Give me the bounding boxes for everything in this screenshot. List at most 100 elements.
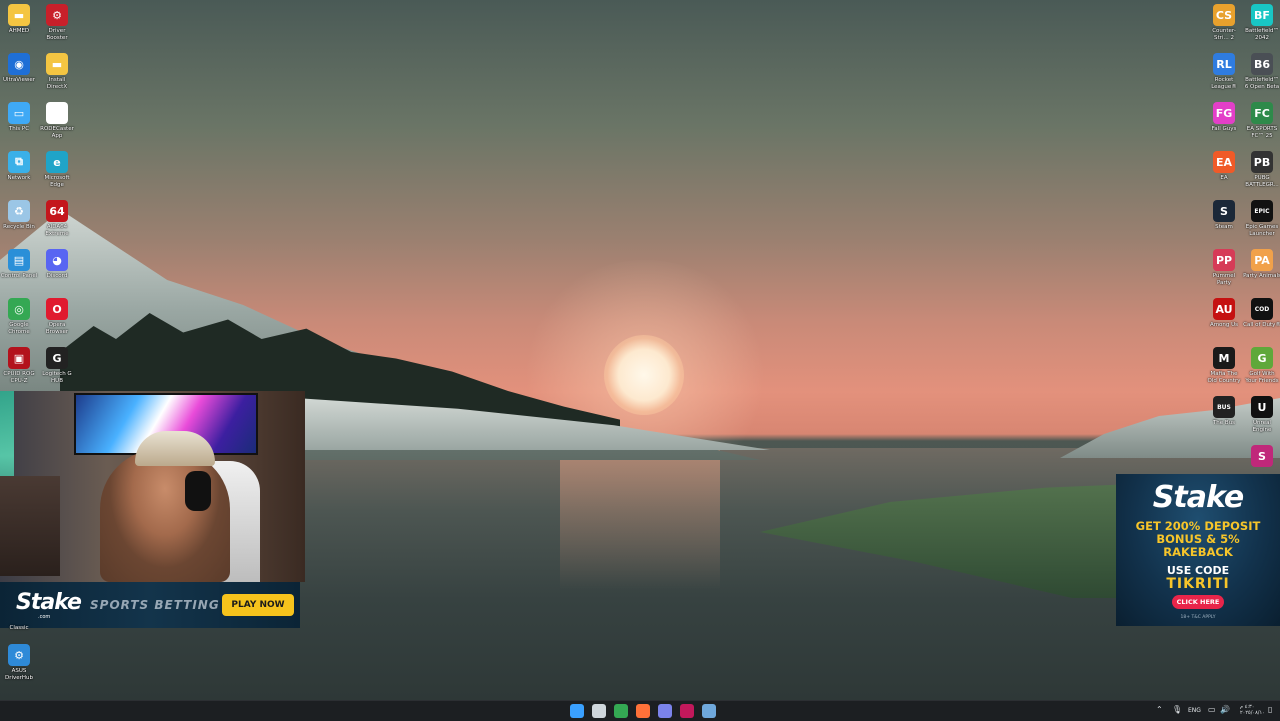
- desktop-icon-label: Control Panel: [0, 273, 38, 279]
- desktop-icon[interactable]: BUS The Bus: [1205, 392, 1243, 427]
- steam-icon: S: [1213, 200, 1235, 222]
- streamer: [100, 449, 230, 582]
- desktop-icon-label: Epic Games Launcher: [1245, 224, 1279, 237]
- headphones: [185, 471, 211, 511]
- stake-ad[interactable]: Stake GET 200% DEPOSIT BONUS & 5% RAKEBA…: [1116, 474, 1280, 626]
- desktop-icon-label: Discord: [46, 273, 68, 279]
- desktop-icon-label: Rocket League®: [1211, 77, 1237, 90]
- desktop-icon[interactable]: G Logitech G HUB: [38, 343, 76, 385]
- desktop-icon[interactable]: ⚙ Driver Booster: [38, 0, 76, 42]
- chevron-up-icon[interactable]: ⌃: [1156, 705, 1163, 714]
- desktop-icon[interactable]: PA Party Animals: [1243, 245, 1280, 280]
- desktop-icon-label: Logitech G HUB: [42, 371, 72, 384]
- battlefield-2042-icon: BF: [1251, 4, 1273, 26]
- sun-reflection: [560, 450, 720, 590]
- clock-date: ٢٠٢٥/٠٨/١٠: [1240, 710, 1265, 716]
- desktop-icon[interactable]: EA EA: [1205, 147, 1243, 182]
- desktop-icon[interactable]: EPIC Epic Games Launcher: [1243, 196, 1280, 238]
- desktop-icon[interactable]: FC EA SPORTS FC™ 25: [1243, 98, 1280, 140]
- ad-headline-3: RAKEBACK: [1163, 545, 1233, 559]
- unreal-engine-icon: U: [1251, 396, 1273, 418]
- desktop-icon-label: Fall Guys: [1211, 126, 1237, 132]
- desktop-icon[interactable]: COD Call of Duty®: [1243, 294, 1280, 329]
- desktop-icon[interactable]: 64 AIDA64 Extreme: [38, 196, 76, 238]
- desktop-icon[interactable]: FG Fall Guys: [1205, 98, 1243, 133]
- microphone-icon[interactable]: 🎙: [1172, 705, 1182, 714]
- clock[interactable]: ٤:٣٠ م ٢٠٢٥/٠٨/١٠: [1240, 704, 1265, 716]
- recycle-bin-icon: ♻: [8, 200, 30, 222]
- cpuz-icon: ▣: [8, 347, 30, 369]
- stake-logo: Stake: [16, 590, 82, 615]
- sun: [604, 335, 684, 415]
- desktop-icon[interactable]: S: [1243, 441, 1280, 469]
- desktop-icon[interactable]: CS Counter-Stri... 2: [1205, 0, 1243, 42]
- desktop-icon[interactable]: ⧉ Network: [0, 147, 38, 182]
- stake-banner[interactable]: Stake .com SPORTS BETTING PLAY NOW: [0, 582, 300, 628]
- desktop-icon[interactable]: ◎ Google Chrome: [0, 294, 38, 336]
- play-now-button[interactable]: PLAY NOW: [222, 594, 294, 616]
- desktop-icon-label: Battlefield™ 6 Open Beta: [1244, 77, 1280, 90]
- desktop-icon-label: RODECaster App: [40, 126, 74, 139]
- desktop-icon[interactable]: ◕ Discord: [38, 245, 76, 280]
- notification-icon[interactable]: ▯: [1268, 705, 1272, 714]
- app-icon: S: [1251, 445, 1273, 467]
- steam-icon[interactable]: [702, 704, 716, 718]
- desktop-icon-label: Install DirectX: [46, 77, 68, 90]
- among-us-icon: AU: [1213, 298, 1235, 320]
- ad-code: TIKRITI: [1166, 576, 1230, 592]
- discord-icon: ◕: [46, 249, 68, 271]
- chrome-icon[interactable]: [614, 704, 628, 718]
- fall-guys-icon: FG: [1213, 102, 1235, 124]
- desktop-icon[interactable]: ▬ AHMED: [0, 0, 38, 35]
- desktop-icon-label: Google Chrome: [8, 322, 30, 335]
- desktop-icon-label: Party Animals: [1243, 273, 1280, 279]
- folder-icon: ▬: [8, 4, 30, 26]
- task-view-icon[interactable]: [592, 704, 606, 718]
- start-icon[interactable]: [570, 704, 584, 718]
- desktop-icon[interactable]: G Golf With Your Friends: [1243, 343, 1280, 385]
- party-animals-icon: PA: [1251, 249, 1273, 271]
- desktop-icon-label: AIDA64 Extreme: [45, 224, 69, 237]
- desktop-icon-label: Driver Booster: [46, 28, 68, 41]
- desktop-icon-label: Call of Duty®: [1243, 322, 1280, 328]
- desktop-icon[interactable]: M Mafia The Old Country: [1205, 343, 1243, 385]
- speaker-icon[interactable]: 🔊: [1220, 705, 1230, 714]
- opera-icon: O: [46, 298, 68, 320]
- click-here-button[interactable]: CLICK HERE: [1172, 595, 1224, 609]
- desktop-icon[interactable]: ▭ This PC: [0, 98, 38, 133]
- desktop-icon[interactable]: RL Rocket League®: [1205, 49, 1243, 91]
- desktop-icon[interactable]: ◼ RODECaster App: [38, 98, 76, 140]
- desktop-icon[interactable]: ▤ Control Panel: [0, 245, 38, 280]
- the-bus-icon: BUS: [1213, 396, 1235, 418]
- driver-booster-icon: ⚙: [46, 4, 68, 26]
- teams-icon[interactable]: [658, 704, 672, 718]
- desktop-icon[interactable]: ▬ Install DirectX: [38, 49, 76, 91]
- desktop-icon[interactable]: O Opera Browser: [38, 294, 76, 336]
- desktop-icon[interactable]: ♻ Recycle Bin: [0, 196, 38, 231]
- desktop-icon[interactable]: PB PUBG BATTLEGR...: [1243, 147, 1280, 189]
- desktop-icon[interactable]: B6 Battlefield™ 6 Open Beta: [1243, 49, 1280, 91]
- desktop-icon[interactable]: e Microsoft Edge: [38, 147, 76, 189]
- desktop-icon[interactable]: ⚙ ASUS DriverHub: [0, 640, 38, 682]
- battlefield-6-icon: B6: [1251, 53, 1273, 75]
- chrome-icon: ◎: [8, 298, 30, 320]
- taskbar: ⌃ 🎙 ENG ▭ 🔊 ٤:٣٠ م ٢٠٢٥/٠٨/١٠ ▯: [0, 700, 1280, 721]
- obs-icon[interactable]: [680, 704, 694, 718]
- desktop-icon-label: AHMED: [8, 28, 30, 34]
- desktop-icon-label: Classic: [9, 625, 29, 631]
- desktop-icon[interactable]: PP Pummel Party: [1205, 245, 1243, 287]
- desktop-icon[interactable]: ◉ UltraViewer: [0, 49, 38, 84]
- classic-label[interactable]: Classic: [0, 625, 38, 632]
- language-indicator[interactable]: ENG: [1188, 707, 1201, 714]
- network-icon[interactable]: ▭: [1208, 705, 1216, 714]
- desktop-icon[interactable]: AU Among Us: [1205, 294, 1243, 329]
- desktop-icon-label: Among Us: [1209, 322, 1239, 328]
- edge-icon: e: [46, 151, 68, 173]
- desktop-icon[interactable]: U Unreal Engine: [1243, 392, 1280, 434]
- desktop-icon[interactable]: S Steam: [1205, 196, 1243, 231]
- desktop-icon-label: Network: [7, 175, 31, 181]
- desktop-icon[interactable]: BF Battlefield™ 2042: [1243, 0, 1280, 42]
- rocket-league-icon: RL: [1213, 53, 1235, 75]
- firefox-icon[interactable]: [636, 704, 650, 718]
- desktop-icon[interactable]: ▣ CPUID ROG CPU-Z: [0, 343, 38, 385]
